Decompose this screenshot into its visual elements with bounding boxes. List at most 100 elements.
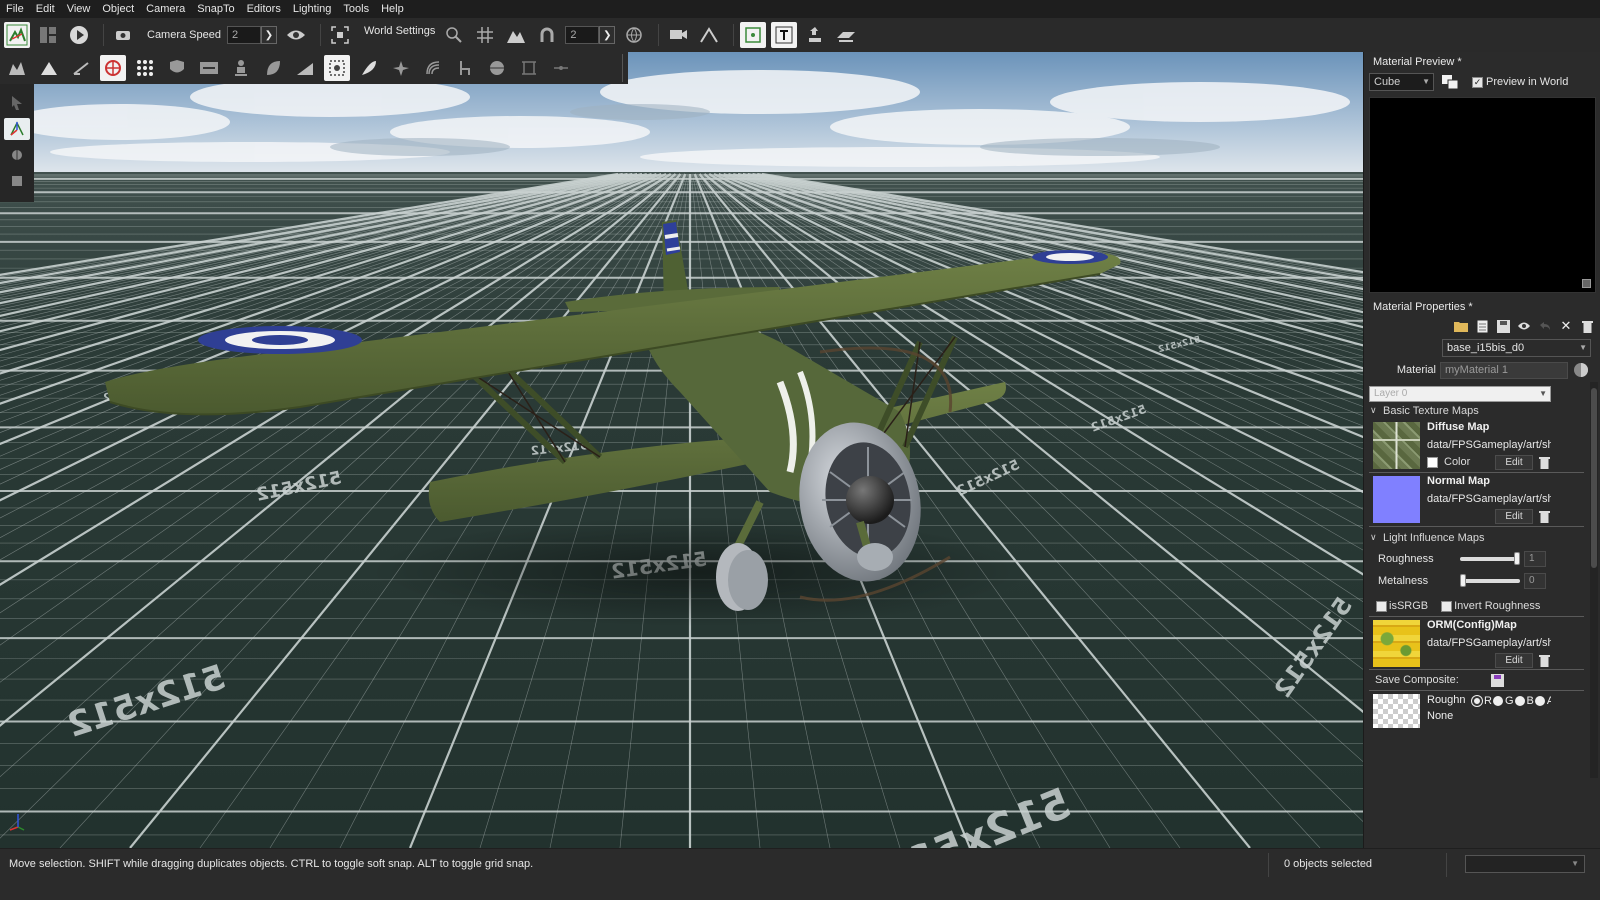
lookup-material-button[interactable] — [1517, 319, 1531, 333]
camera-speed-field[interactable]: 2 — [227, 26, 261, 44]
spline-button[interactable] — [548, 55, 574, 81]
grid-size-increase-button[interactable]: ❯ — [599, 26, 616, 44]
roughness-channel-thumbnail[interactable] — [1373, 694, 1420, 728]
invert-roughness-checkbox[interactable] — [1441, 600, 1453, 612]
drop-at-camera-button[interactable] — [665, 22, 691, 48]
rotate-tool-button[interactable] — [4, 144, 30, 166]
scale-tool-button[interactable] — [4, 170, 30, 192]
orm-map-thumbnail[interactable] — [1373, 620, 1420, 667]
sculpt-button[interactable] — [420, 55, 446, 81]
snap-rotate-button[interactable] — [441, 22, 467, 48]
fit-view-button[interactable] — [327, 22, 353, 48]
clear-material-button[interactable]: ✕ — [1559, 318, 1573, 333]
light-influence-maps-header[interactable]: ∨ Light Influence Maps — [1364, 529, 1600, 546]
menu-snapto[interactable]: SnapTo — [197, 3, 234, 15]
metalness-slider[interactable] — [1460, 574, 1520, 587]
roughness-slider-thumb[interactable] — [1514, 552, 1520, 565]
diffuse-map-thumbnail[interactable] — [1373, 422, 1420, 469]
inspector-scrollbar[interactable] — [1590, 382, 1598, 778]
menu-file[interactable]: File — [6, 3, 24, 15]
river-button[interactable] — [228, 55, 254, 81]
object-snap-button[interactable] — [621, 22, 647, 48]
terrain-snap-button[interactable] — [503, 22, 529, 48]
channel-g-radio[interactable] — [1492, 696, 1503, 706]
bounds-button[interactable] — [833, 22, 859, 48]
normal-map-thumbnail[interactable] — [1373, 476, 1420, 523]
menu-edit[interactable]: Edit — [36, 3, 55, 15]
menu-object[interactable]: Object — [102, 3, 134, 15]
save-composite-button[interactable] — [1490, 673, 1504, 687]
save-material-button[interactable] — [1496, 319, 1510, 333]
metalness-slider-thumb[interactable] — [1460, 574, 1466, 587]
menu-camera[interactable]: Camera — [146, 3, 185, 15]
terrain-painter-button[interactable] — [36, 55, 62, 81]
soft-snap-button[interactable] — [534, 22, 560, 48]
basic-texture-maps-header[interactable]: ∨ Basic Texture Maps — [1364, 402, 1600, 419]
camera-speed-increase-button[interactable]: ❯ — [261, 26, 277, 44]
normal-clear-button[interactable] — [1539, 510, 1551, 523]
layer-select[interactable]: Layer 0 ▼ — [1369, 386, 1551, 402]
orm-clear-button[interactable] — [1539, 654, 1551, 667]
preview-shape-select[interactable]: Cube ▼ — [1369, 73, 1434, 91]
roughness-slider[interactable] — [1460, 552, 1520, 565]
resize-handle[interactable] — [1582, 279, 1591, 288]
select-tool-button[interactable] — [4, 92, 30, 114]
preview-swap-button[interactable] — [1442, 75, 1459, 90]
new-material-button[interactable] — [1475, 319, 1489, 333]
base-material-select[interactable]: base_i15bis_d0 ▼ — [1442, 339, 1591, 357]
diffuse-edit-button[interactable]: Edit — [1495, 455, 1533, 470]
orm-edit-button[interactable]: Edit — [1495, 653, 1533, 668]
menu-view[interactable]: View — [67, 3, 91, 15]
roughness-value-field[interactable]: 1 — [1524, 551, 1546, 567]
grid-palette-button[interactable] — [132, 55, 158, 81]
path-button[interactable] — [516, 55, 542, 81]
menu-editors[interactable]: Editors — [247, 3, 281, 15]
ramp-button[interactable] — [292, 55, 318, 81]
menu-help[interactable]: Help — [381, 3, 404, 15]
drop-at-ground-button[interactable] — [696, 22, 722, 48]
diffuse-color-swatch[interactable] — [1427, 456, 1438, 468]
terrain-editor-button[interactable] — [4, 55, 30, 81]
3d-viewport[interactable]: 512x512 512x512 512x512 512x512 512x512 512x5… — [0, 52, 1363, 848]
metalness-value-field[interactable]: 0 — [1524, 573, 1546, 589]
status-dropdown[interactable]: ▼ — [1465, 855, 1585, 873]
preview-in-world-checkbox[interactable]: ✓ — [1472, 76, 1483, 88]
sound-button[interactable] — [484, 55, 510, 81]
object-editor-button[interactable] — [100, 55, 126, 81]
material-globe-button[interactable] — [1573, 362, 1589, 378]
delete-material-button[interactable] — [1580, 319, 1594, 333]
forest-button[interactable] — [356, 55, 382, 81]
diffuse-clear-button[interactable] — [1539, 456, 1551, 469]
select-move-button[interactable] — [802, 22, 828, 48]
channel-b-radio[interactable] — [1514, 696, 1525, 706]
grid-size-field[interactable]: 2 — [565, 26, 600, 44]
gui-editor-button[interactable] — [35, 22, 61, 48]
move-tool-button[interactable] — [4, 118, 30, 140]
menu-lighting[interactable]: Lighting — [293, 3, 332, 15]
play-button[interactable] — [66, 22, 92, 48]
navmesh-button[interactable] — [452, 55, 478, 81]
toolbar-grip[interactable] — [622, 54, 628, 82]
normal-edit-button[interactable]: Edit — [1495, 509, 1533, 524]
shape-button[interactable] — [164, 55, 190, 81]
channel-r-radio[interactable] — [1472, 696, 1482, 706]
material-name-field[interactable]: myMaterial 1 — [1440, 361, 1568, 379]
inspector-scrollbar-thumb[interactable] — [1591, 388, 1597, 568]
particle-button[interactable] — [388, 55, 414, 81]
open-material-button[interactable] — [1454, 319, 1468, 333]
channel-a-radio[interactable] — [1534, 696, 1545, 706]
visibility-button[interactable] — [283, 22, 309, 48]
datablock-button[interactable] — [196, 55, 222, 81]
world-settings-label[interactable]: World Settings — [364, 25, 435, 37]
material-preview-viewport[interactable] — [1369, 97, 1596, 293]
camera-button[interactable] — [110, 22, 136, 48]
world-editor-button[interactable] — [4, 22, 30, 48]
text-labels-button[interactable] — [771, 22, 798, 48]
grid-snap-button[interactable] — [472, 22, 498, 48]
menu-tools[interactable]: Tools — [343, 3, 369, 15]
revert-material-button[interactable] — [1538, 319, 1552, 333]
selection-box-button[interactable] — [324, 55, 350, 81]
is-srgb-checkbox[interactable] — [1376, 600, 1387, 612]
object-center-button[interactable] — [740, 22, 767, 48]
decal-button[interactable] — [260, 55, 286, 81]
